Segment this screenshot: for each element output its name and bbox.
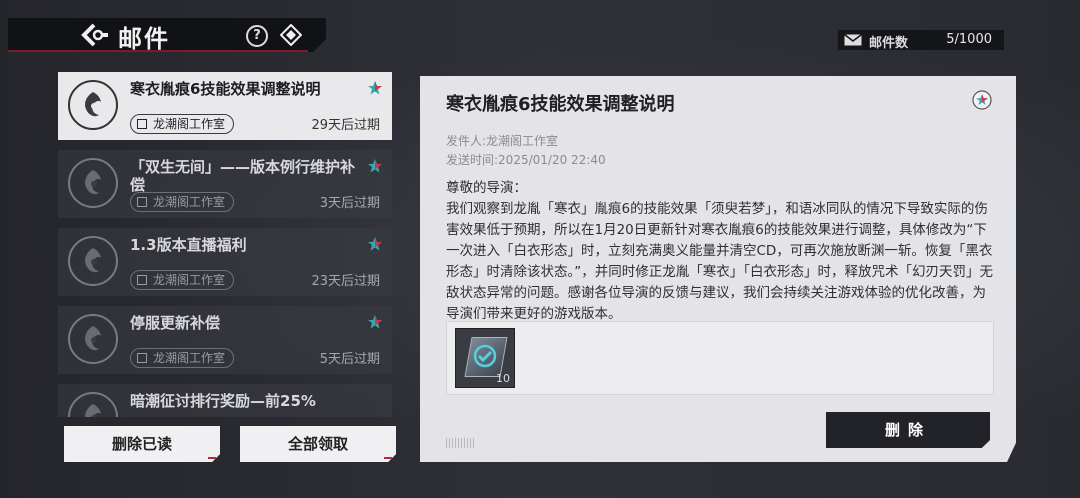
sender-avatar bbox=[68, 236, 118, 286]
sender-tag: 龙潮阁工作室 bbox=[130, 348, 235, 368]
mail-title: 「双生无间」——版本例行维护补偿 bbox=[130, 158, 356, 194]
attachment-quantity: 10 bbox=[496, 372, 510, 385]
mail-count-value: 5/1000 bbox=[946, 32, 992, 47]
studio-tag-icon bbox=[137, 275, 147, 285]
button-corner-accent bbox=[384, 457, 392, 459]
studio-emblem-icon bbox=[85, 170, 101, 195]
studio-tag-icon bbox=[137, 119, 147, 129]
detail-time: 发送时间:2025/01/20 22:40 bbox=[446, 153, 606, 167]
claim-all-label: 全部领取 bbox=[287, 435, 348, 453]
sender-tag: 龙潮阁工作室 bbox=[130, 114, 235, 134]
expire-text: 3天后过期 bbox=[319, 196, 380, 211]
sender-tag: 龙潮阁工作室 bbox=[130, 192, 235, 212]
delete-read-label: 删除已读 bbox=[111, 435, 172, 453]
delete-label: 删除 bbox=[884, 421, 931, 439]
star-icon bbox=[368, 237, 382, 251]
mail-title: 1.3版本直播福利 bbox=[130, 236, 247, 254]
mail-item[interactable]: 「双生无间」——版本例行维护补偿 龙潮阁工作室 3天后过期 bbox=[58, 150, 392, 218]
studio-emblem-icon bbox=[85, 248, 101, 273]
mail-item[interactable]: 1.3版本直播福利 龙潮阁工作室 23天后过期 bbox=[58, 228, 392, 296]
studio-emblem-icon bbox=[85, 404, 101, 417]
detail-body: 尊敬的导演： 我们观察到龙胤「寒衣」胤痕6的技能效果「须臾若梦」，和语冰同队的情… bbox=[446, 180, 993, 322]
star-icon bbox=[368, 81, 382, 95]
sender-avatar bbox=[68, 158, 118, 208]
sender-avatar bbox=[68, 80, 118, 130]
envelope-icon bbox=[844, 34, 862, 46]
check-icon bbox=[473, 344, 497, 368]
mail-count-label: 邮件数 bbox=[869, 36, 909, 51]
mail-count-bar: 邮件数 5/1000 bbox=[838, 30, 1004, 51]
mail-title: 停服更新补偿 bbox=[130, 314, 221, 332]
button-corner-accent bbox=[208, 457, 216, 459]
studio-tag-icon bbox=[137, 353, 147, 363]
detail-title: 寒衣胤痕6技能效果调整说明 bbox=[446, 94, 675, 115]
expire-text: 23天后过期 bbox=[311, 274, 380, 289]
detail-sender: 发件人:龙潮阁工作室 bbox=[446, 134, 559, 148]
mail-item-selected[interactable]: 寒衣胤痕6技能效果调整说明 龙潮阁工作室 29天后过期 bbox=[58, 72, 392, 140]
mail-title: 暗潮征讨排行奖励—前25% bbox=[130, 392, 316, 410]
mail-item[interactable]: 停服更新补偿 龙潮阁工作室 5天后过期 bbox=[58, 306, 392, 374]
expire-text: 5天后过期 bbox=[319, 352, 380, 367]
sender-name: 龙潮阁工作室 bbox=[153, 195, 226, 209]
page-title: 邮件 bbox=[118, 25, 170, 53]
studio-tag-icon bbox=[137, 197, 147, 207]
star-badge-icon bbox=[972, 90, 992, 110]
attachment-item[interactable]: 10 bbox=[455, 328, 515, 388]
studio-emblem-icon bbox=[85, 326, 101, 351]
sender-name: 龙潮阁工作室 bbox=[153, 351, 226, 365]
delete-button[interactable]: 删除 bbox=[826, 412, 990, 448]
diamond-icon[interactable] bbox=[280, 24, 302, 46]
barcode-decoration bbox=[446, 438, 476, 448]
studio-emblem-icon bbox=[85, 92, 101, 117]
delete-read-button[interactable]: 删除已读 bbox=[64, 426, 220, 462]
expire-text: 29天后过期 bbox=[311, 118, 380, 133]
mail-title: 寒衣胤痕6技能效果调整说明 bbox=[130, 80, 321, 98]
sender-name: 龙潮阁工作室 bbox=[153, 117, 226, 131]
attachment-box: 10 bbox=[446, 321, 994, 395]
mail-item[interactable]: 暗潮征讨排行奖励—前25% bbox=[58, 384, 392, 417]
back-icon[interactable] bbox=[80, 22, 108, 48]
sender-tag: 龙潮阁工作室 bbox=[130, 270, 235, 290]
star-icon bbox=[368, 315, 382, 329]
mail-list[interactable]: 寒衣胤痕6技能效果调整说明 龙潮阁工作室 29天后过期 「双生无间」——版本例行… bbox=[58, 72, 392, 417]
sender-name: 龙潮阁工作室 bbox=[153, 273, 226, 287]
claim-all-button[interactable]: 全部领取 bbox=[240, 426, 396, 462]
star-icon bbox=[368, 159, 382, 173]
mail-detail-panel: 寒衣胤痕6技能效果调整说明 发件人:龙潮阁工作室 发送时间:2025/01/20… bbox=[420, 76, 1016, 462]
help-icon[interactable]: ? bbox=[246, 25, 268, 47]
sender-avatar bbox=[68, 314, 118, 364]
sender-avatar bbox=[68, 392, 118, 417]
